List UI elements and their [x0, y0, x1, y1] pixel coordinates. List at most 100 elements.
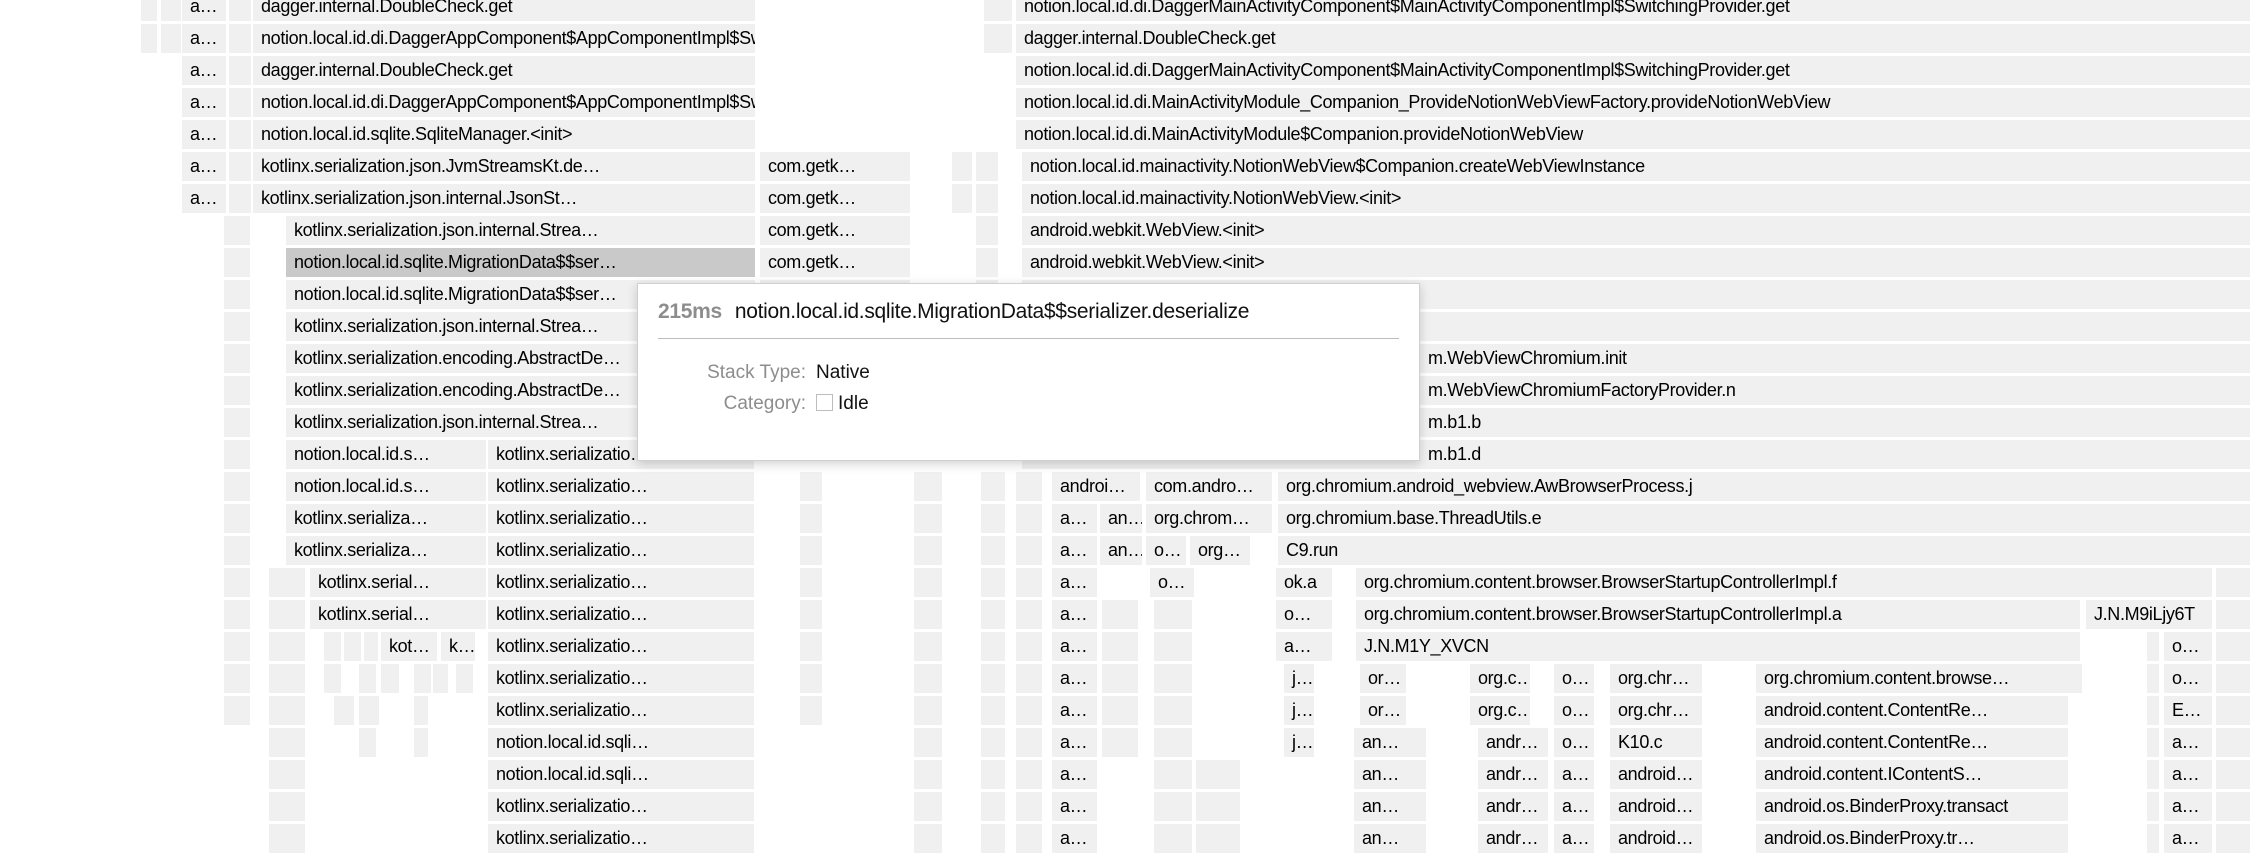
stack-frame[interactable] — [981, 472, 1005, 501]
stack-frame[interactable] — [2216, 600, 2250, 629]
stack-frame[interactable] — [914, 664, 942, 693]
stack-frame[interactable]: kotlinx.serializatio… — [488, 600, 754, 629]
stack-frame[interactable]: org.chrom… — [1146, 504, 1272, 533]
stack-frame[interactable]: an… — [1100, 504, 1142, 533]
stack-frame[interactable] — [2147, 728, 2159, 757]
stack-frame[interactable] — [161, 24, 181, 53]
stack-frame[interactable]: android.os.BinderProxy.tr… — [1756, 824, 2068, 853]
stack-frame[interactable]: E… — [2164, 696, 2212, 725]
stack-frame[interactable] — [1154, 792, 1192, 821]
stack-frame[interactable] — [2216, 696, 2250, 725]
stack-frame[interactable]: android.webkit.WebView.<init> — [1022, 216, 2250, 245]
stack-frame[interactable]: andr… — [1478, 728, 1548, 757]
stack-frame[interactable]: a… — [182, 184, 226, 213]
stack-frame[interactable] — [1102, 728, 1138, 757]
stack-frame[interactable]: kotlinx.serialization.json.internal.Json… — [253, 184, 755, 213]
stack-frame[interactable] — [414, 728, 428, 757]
stack-frame[interactable] — [224, 312, 250, 341]
stack-frame[interactable] — [1016, 472, 1042, 501]
stack-frame[interactable] — [324, 664, 341, 693]
stack-frame[interactable]: andr… — [1478, 824, 1548, 853]
stack-frame[interactable] — [976, 248, 998, 277]
stack-frame[interactable] — [984, 0, 1012, 21]
stack-frame[interactable] — [224, 472, 250, 501]
stack-frame[interactable]: a… — [182, 88, 226, 117]
stack-frame[interactable] — [800, 632, 822, 661]
stack-frame[interactable]: org.chromium.content.browser.BrowserStar… — [1356, 600, 2080, 629]
stack-frame[interactable]: a… — [182, 56, 226, 85]
stack-frame[interactable] — [2216, 632, 2250, 661]
stack-frame[interactable]: a… — [1052, 504, 1097, 533]
stack-frame[interactable] — [800, 664, 822, 693]
stack-frame[interactable] — [269, 632, 305, 661]
stack-frame[interactable]: notion.local.id.di.DaggerMainActivityCom… — [1016, 56, 2250, 85]
stack-frame[interactable] — [1196, 760, 1240, 789]
stack-frame[interactable]: android.content.IContentS… — [1756, 760, 2068, 789]
stack-frame[interactable] — [800, 696, 822, 725]
stack-frame[interactable] — [334, 696, 354, 725]
stack-frame[interactable] — [1196, 792, 1240, 821]
stack-frame[interactable] — [952, 152, 972, 181]
stack-frame[interactable]: notion.local.id.mainactivity.NotionWebVi… — [1022, 184, 2250, 213]
stack-frame[interactable] — [1196, 824, 1240, 853]
stack-frame[interactable] — [2147, 696, 2159, 725]
stack-frame[interactable] — [269, 696, 305, 725]
stack-frame[interactable] — [1016, 728, 1042, 757]
stack-frame[interactable] — [269, 792, 305, 821]
stack-frame[interactable] — [914, 504, 942, 533]
stack-frame[interactable] — [224, 248, 250, 277]
stack-frame[interactable] — [914, 760, 942, 789]
stack-frame[interactable] — [1102, 664, 1138, 693]
stack-frame[interactable] — [224, 696, 250, 725]
stack-frame[interactable] — [2147, 760, 2159, 789]
stack-frame[interactable]: a… — [182, 120, 226, 149]
stack-frame[interactable] — [229, 120, 251, 149]
stack-frame[interactable] — [359, 696, 379, 725]
stack-frame[interactable] — [229, 24, 251, 53]
stack-frame[interactable] — [976, 216, 998, 245]
stack-frame[interactable] — [1154, 760, 1192, 789]
stack-frame[interactable] — [1102, 696, 1138, 725]
stack-frame[interactable] — [269, 728, 305, 757]
stack-frame[interactable]: a… — [1052, 632, 1097, 661]
stack-frame[interactable] — [914, 632, 942, 661]
stack-frame[interactable] — [224, 568, 250, 597]
stack-frame[interactable]: kotlinx.serializatio… — [488, 536, 754, 565]
stack-frame[interactable]: a… — [1052, 824, 1097, 853]
stack-frame[interactable]: notion.local.id.sqli… — [488, 728, 754, 757]
stack-frame[interactable]: android… — [1610, 824, 1702, 853]
stack-frame[interactable]: kotlinx.serialization.json.JvmStreamsKt.… — [253, 152, 755, 181]
stack-frame[interactable]: K10.c — [1610, 728, 1702, 757]
stack-frame[interactable]: a… — [182, 24, 226, 53]
stack-frame[interactable]: kotlinx.serializatio… — [488, 472, 754, 501]
stack-frame[interactable]: kotlinx.serial… — [310, 568, 486, 597]
stack-frame[interactable] — [914, 472, 942, 501]
stack-frame[interactable] — [224, 632, 250, 661]
stack-frame[interactable]: kotlinx.serializa… — [286, 536, 486, 565]
stack-frame[interactable]: J.N.M1Y_XVCN — [1356, 632, 2080, 661]
stack-frame[interactable]: a… — [1052, 536, 1097, 565]
stack-frame[interactable] — [1016, 696, 1042, 725]
stack-frame[interactable]: com.andro… — [1146, 472, 1272, 501]
stack-frame[interactable] — [224, 504, 250, 533]
stack-frame[interactable] — [269, 664, 305, 693]
stack-frame[interactable]: an… — [1100, 536, 1142, 565]
stack-frame[interactable]: an… — [1354, 728, 1426, 757]
stack-frame[interactable]: k… — [441, 632, 475, 661]
stack-frame[interactable]: an… — [1354, 760, 1426, 789]
stack-frame[interactable] — [1154, 824, 1192, 853]
stack-frame[interactable]: j… — [1284, 664, 1314, 693]
stack-frame[interactable]: notion.local.id.di.DaggerAppComponent$Ap… — [253, 88, 755, 117]
stack-frame[interactable] — [2216, 568, 2250, 597]
stack-frame[interactable] — [324, 632, 341, 661]
stack-frame[interactable]: J.N.M9iLjy6T — [2086, 600, 2212, 629]
stack-frame[interactable]: notion.local.id.mainactivity.NotionWebVi… — [1022, 152, 2250, 181]
stack-frame[interactable] — [800, 600, 822, 629]
stack-frame[interactable]: kotlinx.serializatio… — [488, 632, 754, 661]
stack-frame[interactable] — [1154, 664, 1192, 693]
stack-frame[interactable] — [414, 696, 428, 725]
stack-frame[interactable]: android… — [1610, 792, 1702, 821]
stack-frame[interactable] — [914, 824, 942, 853]
stack-frame[interactable] — [981, 728, 1005, 757]
stack-frame[interactable] — [224, 216, 250, 245]
